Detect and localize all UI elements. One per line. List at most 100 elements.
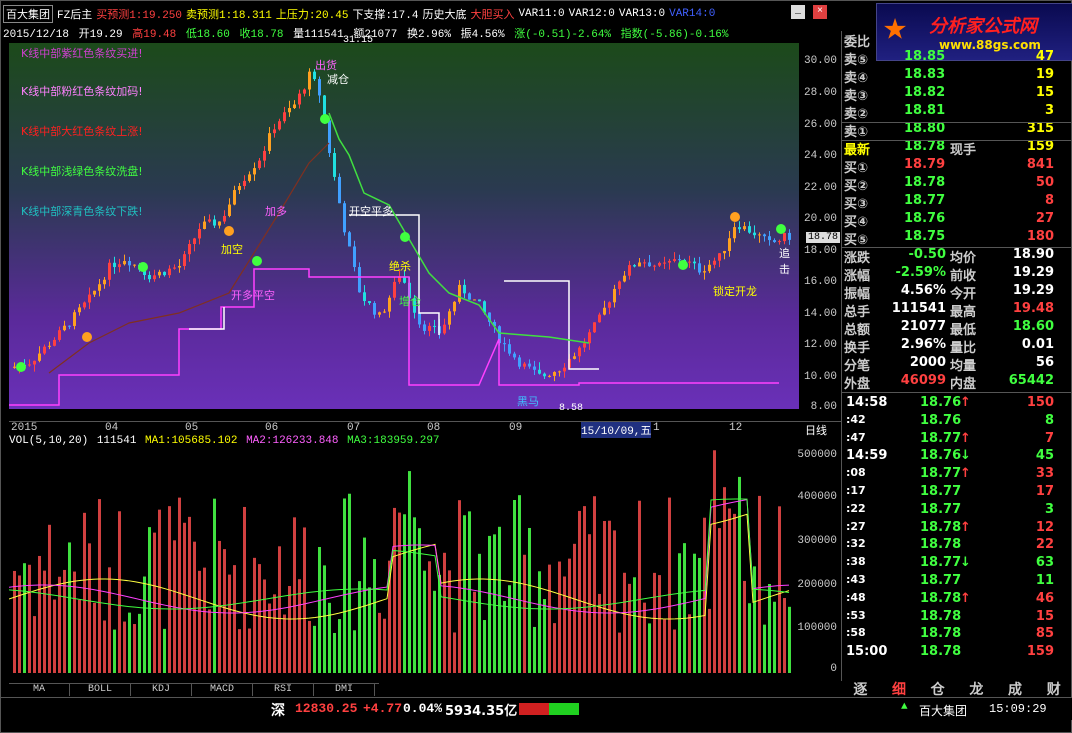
tab-cai[interactable]: 财 xyxy=(1034,679,1072,698)
kline-chart[interactable]: K线中部紫红色条纹买进! K线中部粉红色条纹加码! K线中部大红色条纹上涨! K… xyxy=(9,35,799,414)
date-axis: 2015 04 05 06 07 08 09 15/10/09,五 1 12 日… xyxy=(9,421,841,438)
tab-xi[interactable]: 细 xyxy=(880,679,919,698)
tab-cang[interactable]: 仓 xyxy=(918,679,957,698)
volume-bar xyxy=(563,576,566,673)
tab-rsi[interactable]: RSI xyxy=(253,684,314,696)
tick-price: 18.76 xyxy=(920,412,962,428)
tab-kdj[interactable]: KDJ xyxy=(131,684,192,696)
volume-bar xyxy=(548,564,551,673)
stat-label: 振幅 xyxy=(844,287,871,302)
volume-bar xyxy=(383,618,386,673)
price-tick: 16.00 xyxy=(803,276,837,288)
volume-bar xyxy=(358,581,361,673)
sell-row[interactable]: 卖① 18.80 315 xyxy=(842,121,1070,140)
candle-body xyxy=(358,267,361,293)
buy-row[interactable]: 买④ 18.76 27 xyxy=(842,211,1070,230)
stat-label: 换手 xyxy=(844,341,871,356)
candle-body xyxy=(113,262,116,268)
open-short-label: 开空平多 xyxy=(349,205,393,218)
candle-body xyxy=(613,288,616,303)
price-axis: 30.00 28.00 26.00 24.00 22.00 20.00 18.0… xyxy=(799,43,841,413)
candle-body xyxy=(258,160,261,169)
tick-time: :43 xyxy=(846,573,866,586)
tab-cheng[interactable]: 成 xyxy=(996,679,1035,698)
sell-row[interactable]: 卖④ 18.83 19 xyxy=(842,67,1070,86)
candle-body xyxy=(633,265,636,267)
var14: VAR14:0 xyxy=(669,8,716,20)
signal-icon: ▲ xyxy=(901,701,908,713)
arrow-up-icon: ↑ xyxy=(960,466,971,482)
sell-row[interactable]: 卖③ 18.82 15 xyxy=(842,85,1070,104)
tab-zhu[interactable]: 逐 xyxy=(841,679,880,698)
volume-bar xyxy=(93,602,96,673)
tick-price: 18.77 xyxy=(920,484,962,499)
sell-row[interactable]: 卖⑤ 18.85 47 xyxy=(842,49,1070,68)
formula-name[interactable]: FZ后主 xyxy=(57,6,92,22)
candle-body xyxy=(428,325,431,331)
stat-label: 最低 xyxy=(950,323,977,338)
candle-body xyxy=(463,284,466,294)
candle-body xyxy=(673,259,676,261)
minimize-button[interactable]: _ xyxy=(791,5,805,19)
signal-dot xyxy=(776,224,786,234)
var11: VAR11:0 xyxy=(518,8,565,20)
volume-bar xyxy=(678,553,681,673)
candle-body xyxy=(598,314,601,323)
candle-body xyxy=(573,356,576,359)
tab-dmi[interactable]: DMI xyxy=(314,684,375,696)
volume-legend: VOL(5,10,20) 111541 MA1:105685.102 MA2:1… xyxy=(9,435,841,447)
info-close: 收18.78 xyxy=(239,29,284,39)
tab-ma[interactable]: MA xyxy=(9,684,70,696)
volume-bar xyxy=(138,613,141,673)
close-button[interactable]: × xyxy=(813,5,827,19)
tab-boll[interactable]: BOLL xyxy=(70,684,131,696)
price-tick: 30.00 xyxy=(803,55,837,67)
stat-row: 换手 2.96% 量比 0.01 xyxy=(842,337,1070,356)
candle-body xyxy=(193,238,196,245)
candle-body xyxy=(773,240,776,243)
candle-body xyxy=(478,299,481,302)
stock-tag[interactable]: 百大集团 xyxy=(919,702,967,719)
tick-volume: 159 xyxy=(1026,644,1054,660)
candle-body xyxy=(58,330,61,340)
tick-time: 14:59 xyxy=(846,448,888,464)
clock: 15:09:29 xyxy=(989,702,1047,716)
arrow-up-icon: ↑ xyxy=(960,590,971,606)
latest-row: 最新 18.78 现手 159 xyxy=(842,139,1070,158)
legend-line-2: K线中部粉红色条纹加码! xyxy=(21,85,143,98)
volume-bar xyxy=(648,623,651,673)
tab-long[interactable]: 龙 xyxy=(957,679,996,698)
candle-body xyxy=(158,271,161,276)
index-value: 12830.25 xyxy=(295,701,358,716)
volume-bar xyxy=(788,606,791,673)
buy-price: 18.75 xyxy=(904,229,946,244)
buy-row[interactable]: 买① 18.79 841 xyxy=(842,157,1070,176)
candle-body xyxy=(418,312,421,325)
buy-row[interactable]: 买⑤ 18.75 180 xyxy=(842,229,1070,248)
buy-row[interactable]: 买② 18.78 50 xyxy=(842,175,1070,194)
candle-body xyxy=(518,357,521,367)
candle-body xyxy=(458,284,461,302)
volume-bar xyxy=(58,576,61,673)
volume-bar xyxy=(103,620,106,673)
candle-body xyxy=(108,262,111,280)
candle-body xyxy=(368,301,371,304)
buy-level-label: 买④ xyxy=(844,215,869,230)
volume-chart[interactable] xyxy=(9,449,799,673)
sell-row[interactable]: 卖② 18.81 3 xyxy=(842,103,1070,122)
buy-row[interactable]: 买③ 18.77 8 xyxy=(842,193,1070,212)
tick-row: :43 18.77 11 xyxy=(842,573,1070,591)
candle-body xyxy=(238,186,241,191)
tick-price: 18.78 xyxy=(920,537,962,553)
candle-body xyxy=(203,221,206,229)
candle-body xyxy=(333,153,336,177)
detail-tabs: 逐 细 仓 龙 成 财 xyxy=(841,679,1072,698)
tick-time: :38 xyxy=(846,555,866,569)
volume-bar xyxy=(428,561,431,673)
candle-body xyxy=(423,324,426,331)
candle-body xyxy=(768,236,771,241)
candle-body xyxy=(758,234,761,236)
tick-volume: 8 xyxy=(1044,412,1054,428)
stock-name[interactable]: 百大集团 xyxy=(3,5,53,23)
tab-macd[interactable]: MACD xyxy=(192,684,253,696)
